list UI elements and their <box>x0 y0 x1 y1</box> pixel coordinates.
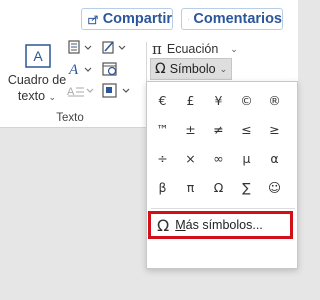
text-group-label: Texto <box>56 112 84 124</box>
drop-cap-icon[interactable]: A <box>66 84 96 98</box>
equation-label: Ecuación <box>166 42 219 56</box>
signature-line-icon[interactable] <box>102 40 130 54</box>
more-symbols-label: Más símbolos... <box>175 218 263 232</box>
symbol-cell[interactable]: ¥ <box>205 86 232 115</box>
symbol-cell[interactable]: ™ <box>149 115 176 144</box>
symbol-cell[interactable]: ∞ <box>205 144 232 173</box>
symbol-button[interactable]: Ω Símbolo ⌄ <box>150 58 232 80</box>
omega-icon: Ω <box>157 215 170 235</box>
textbox-label: Cuadro de texto ⌄ <box>6 72 68 105</box>
share-label: Compartir <box>102 11 172 27</box>
symbol-cell[interactable]: ∑ <box>233 173 260 202</box>
omega-icon: Ω <box>155 61 166 77</box>
symbol-cell[interactable]: ≥ <box>261 115 288 144</box>
symbol-dropdown: € £ ¥ © ® ™ ± ≠ ≤ ≥ ÷ × ∞ µ α β π Ω ∑ ☺ … <box>146 81 298 269</box>
symbol-cell[interactable]: ≠ <box>205 115 232 144</box>
chevron-down-icon: ⌄ <box>48 92 57 102</box>
symbol-cell[interactable]: ÷ <box>149 144 176 173</box>
comments-label: Comentarios <box>193 11 282 27</box>
equation-button[interactable]: π Ecuación ⌄ <box>152 40 238 58</box>
symbol-cell[interactable]: ± <box>177 115 204 144</box>
textbox-icon: A <box>25 44 51 68</box>
quick-parts-icon[interactable] <box>68 40 96 54</box>
symbol-cell[interactable]: β <box>149 173 176 202</box>
textbox-label-line1: Cuadro de <box>7 73 67 87</box>
symbol-cell[interactable]: ® <box>261 86 288 115</box>
chevron-down-icon: ⌄ <box>219 63 228 74</box>
textbox-button[interactable]: A Cuadro de texto ⌄ <box>6 42 70 106</box>
symbol-cell[interactable]: π <box>177 173 204 202</box>
chevron-down-icon: ⌄ <box>230 43 238 54</box>
symbol-cell[interactable]: ≤ <box>233 115 260 144</box>
symbol-cell[interactable]: © <box>233 86 260 115</box>
title-bar: Compartir Comentarios <box>0 0 298 38</box>
date-time-icon[interactable] <box>102 61 118 77</box>
more-symbols-button[interactable]: Ω Más símbolos... <box>148 211 293 239</box>
comment-icon <box>188 18 190 20</box>
symbol-cell[interactable]: α <box>261 144 288 173</box>
symbol-cell[interactable]: € <box>149 86 176 115</box>
pi-icon: π <box>152 40 162 58</box>
symbol-cell[interactable]: £ <box>177 86 204 115</box>
object-icon[interactable] <box>102 83 132 99</box>
comments-button[interactable]: Comentarios <box>181 8 283 30</box>
symbol-grid: € £ ¥ © ® ™ ± ≠ ≤ ≥ ÷ × ∞ µ α β π Ω ∑ ☺ <box>149 86 297 202</box>
symbol-cell[interactable]: ☺ <box>261 173 288 202</box>
symbol-cell[interactable]: × <box>177 144 204 173</box>
symbol-label: Símbolo <box>169 62 216 76</box>
textbox-label-line2: texto <box>17 89 46 103</box>
share-icon <box>88 15 98 24</box>
dropdown-divider <box>151 208 295 209</box>
share-button[interactable]: Compartir <box>81 8 173 30</box>
symbol-cell[interactable]: µ <box>233 144 260 173</box>
svg-text:A: A <box>68 62 79 77</box>
symbol-cell[interactable]: Ω <box>205 173 232 202</box>
svg-text:A: A <box>33 48 43 64</box>
wordart-icon[interactable]: A <box>68 61 96 77</box>
